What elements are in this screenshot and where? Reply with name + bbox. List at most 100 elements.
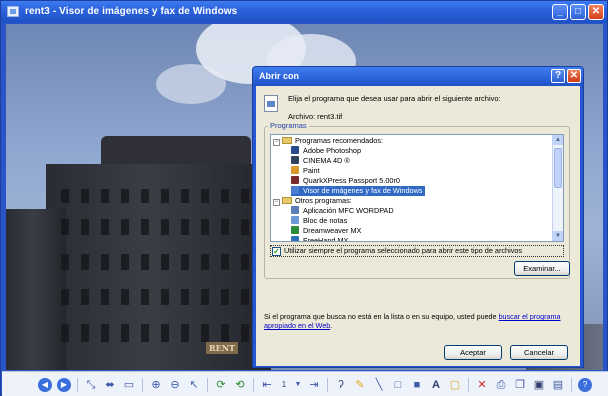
wordpad-icon [291,206,299,214]
chevron-down-icon[interactable]: ▼ [294,378,302,392]
text-icon[interactable]: A [429,378,443,392]
program-list-item[interactable]: Dreamweaver MX [291,226,361,236]
cancel-button[interactable]: Cancelar [510,345,568,360]
help-icon[interactable]: ? [578,377,592,392]
photoshop-icon [291,146,299,154]
slideshow-icon[interactable]: ▭ [122,378,136,392]
quarkxpress-icon [291,176,299,184]
delete-icon[interactable]: ✕ [475,378,489,392]
print-icon[interactable]: ⎙ [494,378,508,392]
select-icon[interactable]: ↖ [187,378,201,392]
cinema4d-icon [291,156,299,164]
toolbar-separator [327,377,328,392]
minimize-button[interactable]: _ [552,4,568,20]
building-windows [61,289,256,305]
dialog-titlebar[interactable]: Abrir con ? ✕ [253,67,583,86]
window-close-button[interactable]: ✕ [588,4,604,20]
maximize-button[interactable]: □ [570,4,586,20]
always-use-checkbox-row[interactable]: ✓ Utilizar siempre el programa selecciona… [270,245,564,257]
window-title: rent3 - Visor de imágenes y fax de Windo… [25,6,238,17]
paint-icon [291,166,299,174]
building-windows [61,324,256,342]
program-list-item[interactable]: Paint [291,166,320,176]
note-icon[interactable]: ▢ [448,378,462,392]
program-label: Dreamweaver MX [303,226,362,235]
scroll-thumb[interactable] [554,148,562,188]
program-label: FreeHand MX [303,236,349,242]
previous-image-icon[interactable]: ◀ [38,377,52,392]
program-label: QuarkXPress Passport 5.00r0 [303,176,400,185]
cancel-button-label: Cancelar [523,348,554,357]
viewer-toolbar: ◀ ▶ ⤡ ⬌ ▭ ⊕ ⊖ ↖ ⟳ ⟲ ⇤ 1 ▼ ⇥ ʔ ✎ ╲ □ ■ A … [2,371,608,396]
program-label: Visor de imágenes y fax de Windows [303,186,423,195]
dialog-help-button[interactable]: ? [551,69,565,83]
others-header-label: Otros programas: [295,196,352,205]
zoom-in-icon[interactable]: ⊕ [149,378,163,392]
rotate-counterclockwise-icon[interactable]: ⟲ [233,378,247,392]
program-list-item[interactable]: FreeHand MX [291,236,349,242]
programs-list[interactable]: − Programas recomendados: Adobe Photoshop… [270,134,564,242]
scroll-up-arrow[interactable]: ▲ [553,135,563,145]
others-header[interactable]: − Otros programas: [273,196,352,206]
program-list-item[interactable]: Visor de imágenes y fax de Windows [291,186,425,196]
save-icon[interactable]: ▣ [532,378,546,392]
open-icon[interactable]: ▤ [551,378,565,392]
best-fit-icon[interactable]: ⤡ [84,378,98,392]
copy-icon[interactable]: ❐ [513,378,527,392]
program-list-item[interactable]: Bloc de notas [291,216,347,226]
next-page-icon[interactable]: ⇥ [307,378,321,392]
accept-button[interactable]: Aceptar [444,345,502,360]
toolbar-separator [77,377,78,392]
collapse-icon[interactable]: − [273,139,280,146]
annotation-icon[interactable]: ʔ [334,378,348,392]
program-label: Adobe Photoshop [303,146,362,155]
dialog-body: Elija el programa que desea usar para ab… [256,86,580,366]
accept-button-label: Aceptar [460,348,486,357]
rectangle-icon[interactable]: □ [391,378,405,392]
browse-button[interactable]: Examinar... [514,261,570,276]
dreamweaver-icon [291,226,299,234]
recommended-header[interactable]: − Programas recomendados: [273,136,383,146]
photo-cloud [156,64,226,104]
actual-size-icon[interactable]: ⬌ [103,378,117,392]
document-icon [264,95,278,112]
program-label: Bloc de notas [303,216,348,225]
always-use-label: Utilizar siempre el programa seleccionad… [284,246,523,255]
list-scrollbar[interactable]: ▲ ▼ [552,135,563,241]
program-label: Aplicación MFC WORDPAD [303,206,394,215]
notepad-icon [291,216,299,224]
program-list-item[interactable]: CINEMA 4D ® [291,156,350,166]
zoom-out-icon[interactable]: ⊖ [168,378,182,392]
building-windows [61,219,256,235]
program-list-item[interactable]: QuarkXPress Passport 5.00r0 [291,176,400,186]
first-page-icon[interactable]: ⇤ [260,378,274,392]
rotate-clockwise-icon[interactable]: ⟳ [214,378,228,392]
next-image-icon[interactable]: ▶ [57,377,71,392]
program-label: Paint [303,166,320,175]
window-titlebar[interactable]: rent3 - Visor de imágenes y fax de Windo… [1,1,607,23]
toolbar-separator [207,377,208,392]
program-list-item[interactable]: Aplicación MFC WORDPAD [291,206,394,216]
pen-icon[interactable]: ✎ [353,378,367,392]
building-left [6,209,66,370]
folder-icon [282,137,292,144]
image-viewer-app-icon [7,6,19,17]
rent-sign: RENT [206,342,239,354]
freehand-icon [291,236,299,241]
filled-rectangle-icon[interactable]: ■ [410,378,424,392]
program-label: CINEMA 4D ® [303,156,350,165]
info-text: Si el programa que busca no está en la l… [264,312,574,330]
toolbar-buttons: ◀ ▶ ⤡ ⬌ ▭ ⊕ ⊖ ↖ ⟳ ⟲ ⇤ 1 ▼ ⇥ ʔ ✎ ╲ □ ■ A … [38,376,592,393]
dialog-close-button[interactable]: ✕ [567,69,581,83]
toolbar-separator [142,377,143,392]
recommended-header-label: Programas recomendados: [295,136,384,145]
line-icon[interactable]: ╲ [372,378,386,392]
collapse-icon[interactable]: − [273,199,280,206]
file-name-label: Archivo: rent3.tif [288,112,343,121]
program-list-item[interactable]: Adobe Photoshop [291,146,361,156]
scroll-down-arrow[interactable]: ▼ [553,231,563,241]
info-text-end: . [330,321,333,330]
toolbar-separator [571,377,572,392]
always-use-checkbox[interactable]: ✓ [272,247,281,256]
page-number: 1 [281,379,287,389]
